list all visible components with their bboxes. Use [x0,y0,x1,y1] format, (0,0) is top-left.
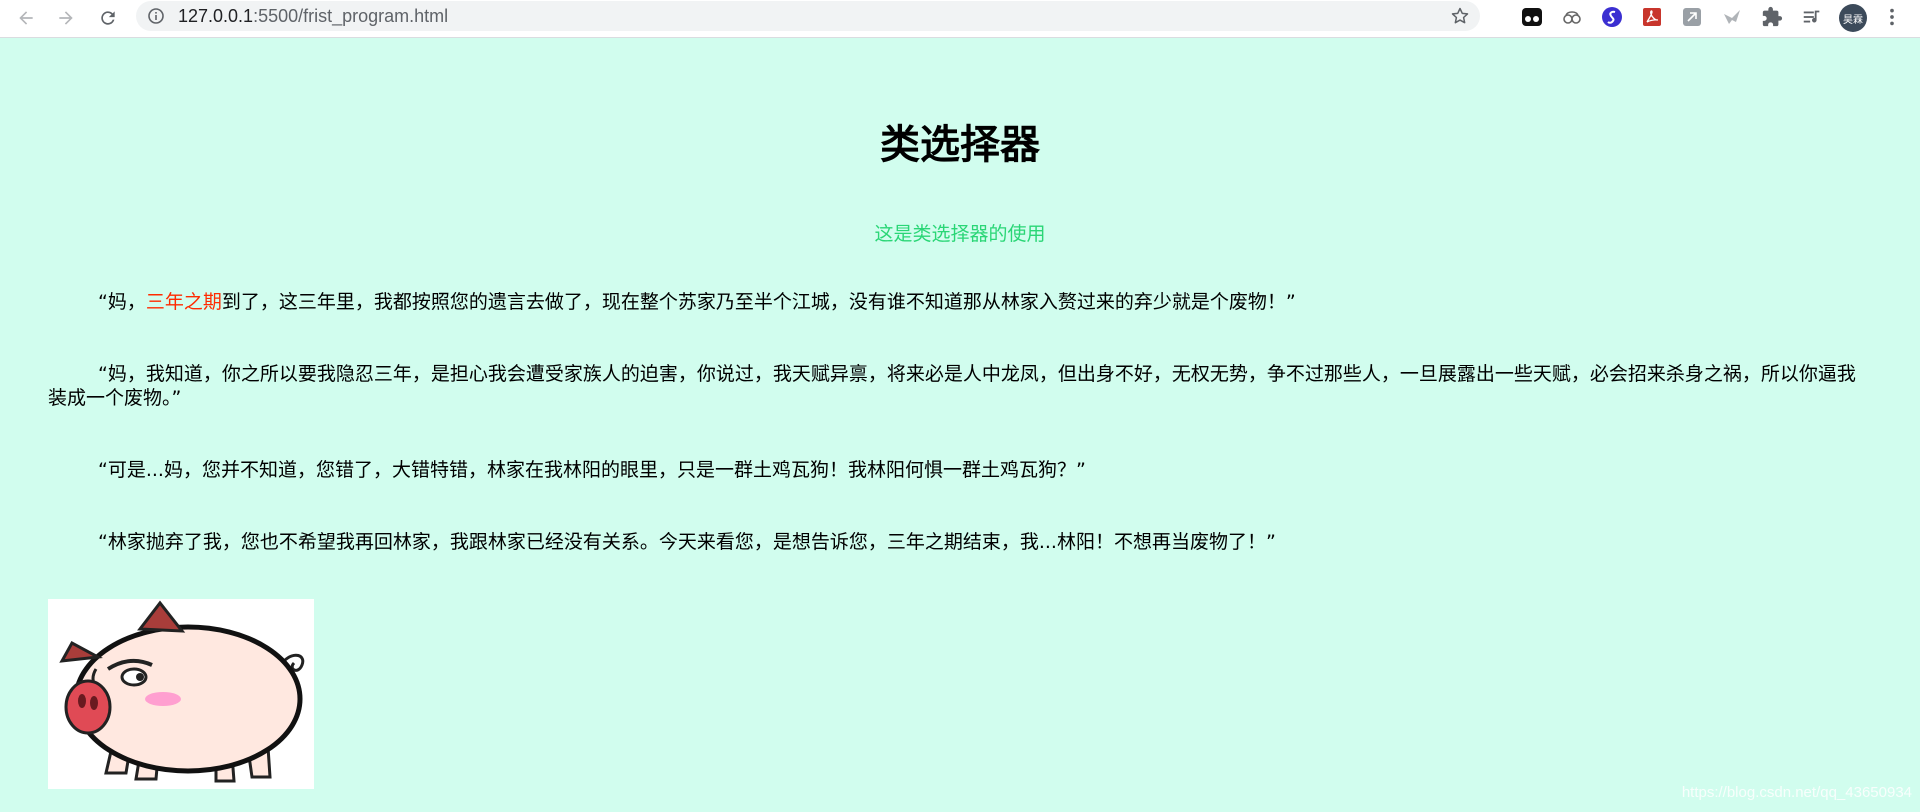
highlighted-text: 三年之期 [145,291,222,313]
page-title: 类选择器 [880,122,1040,168]
cloud-link-icon [1563,11,1581,24]
paragraph-4: “林家抛弃了我，您也不希望我再回林家，我跟林家已经没有关系。今天来看您，是想告诉… [98,531,1276,553]
reload-button[interactable] [94,4,122,32]
pdf-icon [1643,8,1661,26]
paragraph-3: “可是...妈，您并不知道，您错了，大错特错，林家在我林阳的眼里，只是一群土鸡瓦… [98,459,1086,481]
grey-extension-icon [1683,8,1701,26]
url-path: :5500/frist_program.html [253,6,449,26]
back-button[interactable] [12,4,40,32]
more-vertical-icon [1890,8,1894,26]
arrow-right-icon [59,11,73,25]
reading-list-icon [1803,10,1820,23]
reading-list-button[interactable] [1800,5,1824,29]
extension-bird[interactable] [1720,5,1744,29]
extensions-menu-button[interactable] [1760,5,1784,29]
paragraph-1: “妈，三年之期到了，这三年里，我都按照您的遗言去做了，现在整个苏家乃至半个江城，… [48,290,1872,314]
browser-toolbar: 127.0.0.1:5500/frist_program.html 昊霖 [0,0,1920,38]
page-subtitle: 这是类选择器的使用 [874,223,1046,245]
extension-gray[interactable] [1680,5,1704,29]
paragraph-2: “妈，我知道，你之所以要我隐忍三年，是担心我会遭受家族人的迫害，你说过，我天赋异… [48,363,1856,409]
info-icon[interactable] [148,8,164,24]
address-bar[interactable]: 127.0.0.1:5500/frist_program.html [136,1,1480,31]
reload-icon [101,11,115,25]
profile-avatar[interactable]: 昊霖 [1839,4,1867,32]
bookmark-star-icon[interactable] [1450,6,1470,26]
puzzle-icon [1762,6,1783,27]
bird-icon [1724,10,1740,24]
s-logo-icon [1602,7,1622,27]
extension-s[interactable] [1600,5,1624,29]
url-host: 127.0.0.1 [178,6,254,26]
extension-cloud[interactable] [1560,5,1584,29]
tampermonkey-icon [1522,8,1542,26]
extension-pdf[interactable] [1640,5,1664,29]
browser-menu-button[interactable] [1880,5,1904,29]
paragraph-1-end: 到了，这三年里，我都按照您的遗言去做了，现在整个苏家乃至半个江城，没有谁不知道那… [221,291,1296,313]
paragraph-1-start: “妈， [98,291,146,313]
url-text[interactable]: 127.0.0.1:5500/frist_program.html [178,6,448,27]
csdn-watermark: https://blog.csdn.net/qq_43650934 [1681,784,1912,801]
pig-cartoon-image [48,599,314,789]
extension-tampermonkey[interactable] [1520,5,1544,29]
pig-illustration [59,600,305,783]
forward-button[interactable] [52,4,80,32]
arrow-left-icon [19,11,33,25]
